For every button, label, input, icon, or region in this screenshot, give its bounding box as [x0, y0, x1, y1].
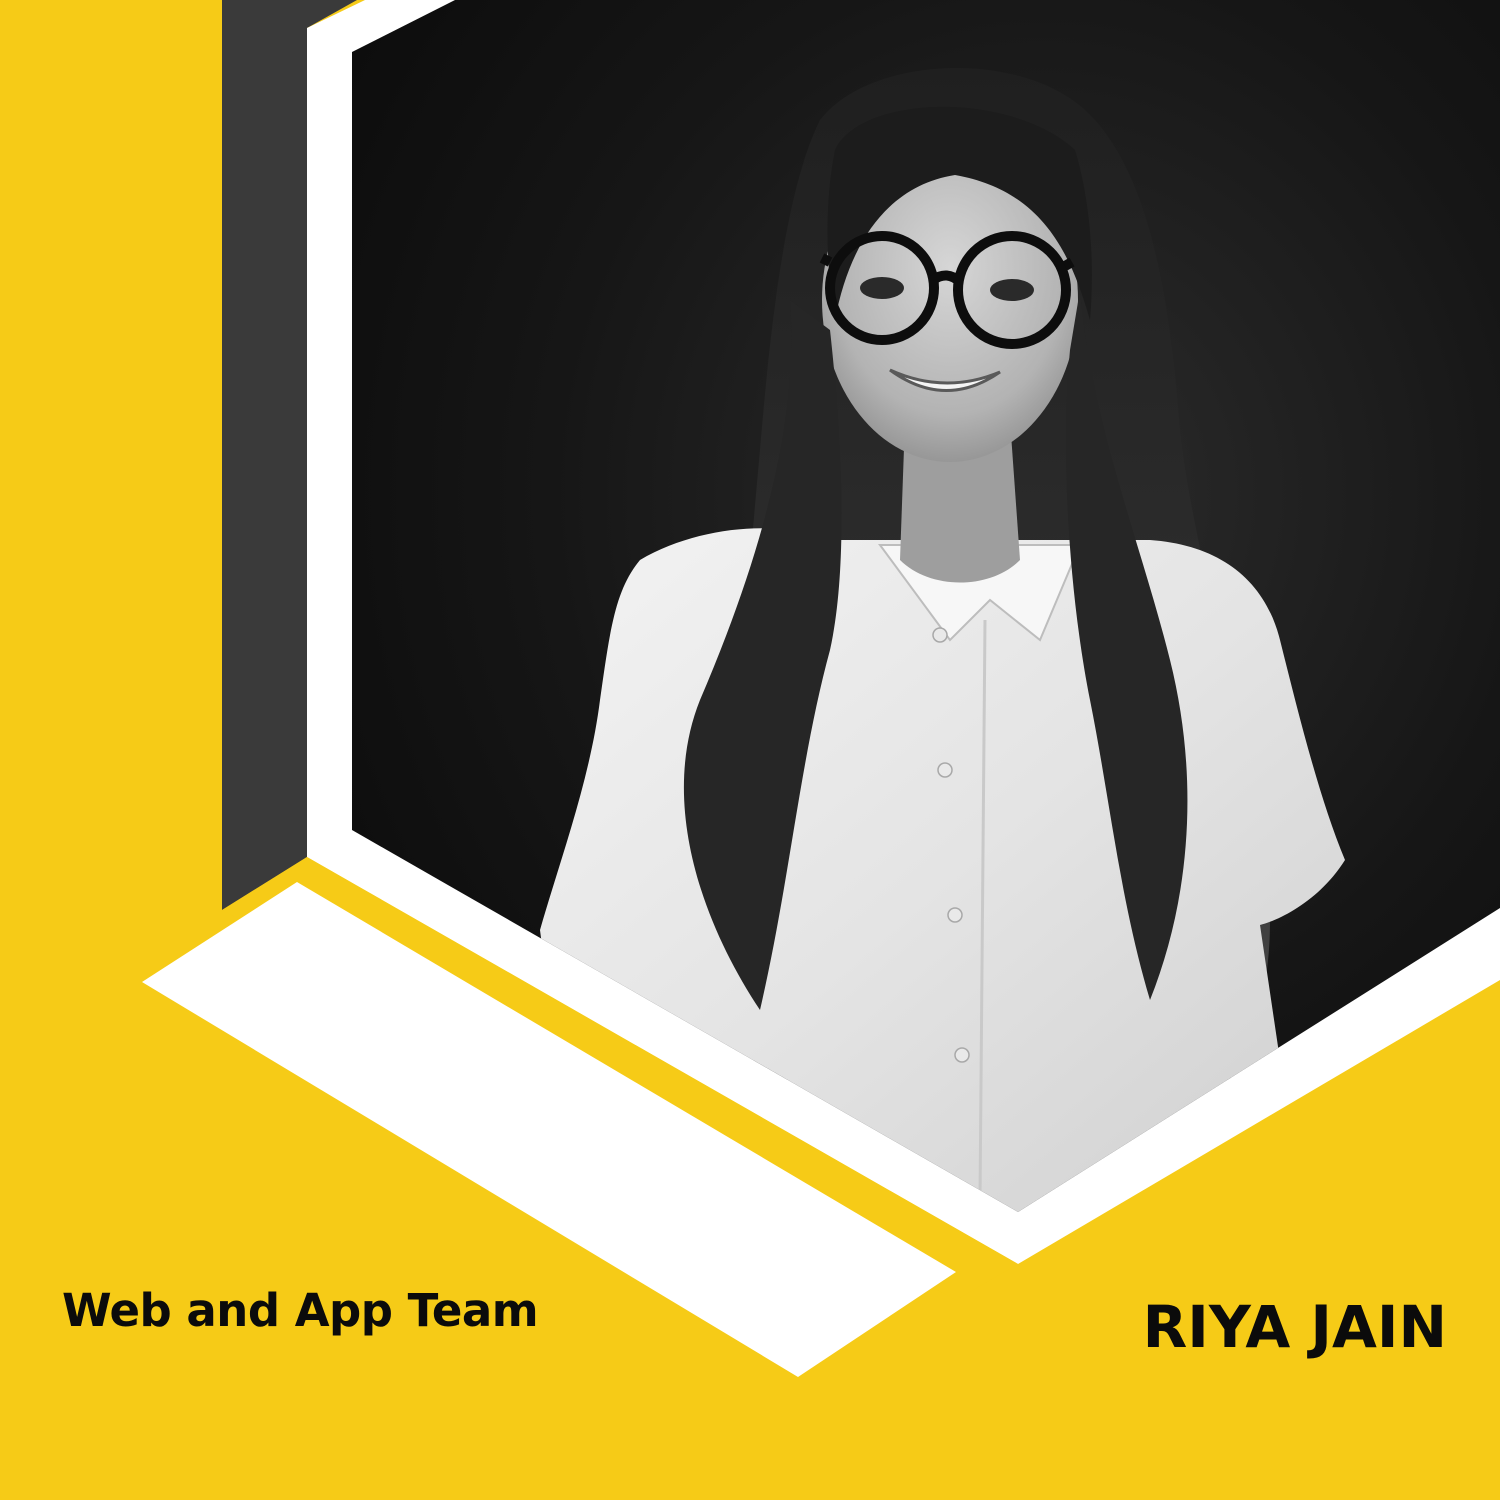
- member-name: RIYA JAIN: [1142, 1293, 1447, 1361]
- profile-poster: Web and App Team RIYA JAIN: [0, 0, 1500, 1500]
- poster-artwork: [142, 0, 1500, 1377]
- team-label: Web and App Team: [62, 1284, 539, 1337]
